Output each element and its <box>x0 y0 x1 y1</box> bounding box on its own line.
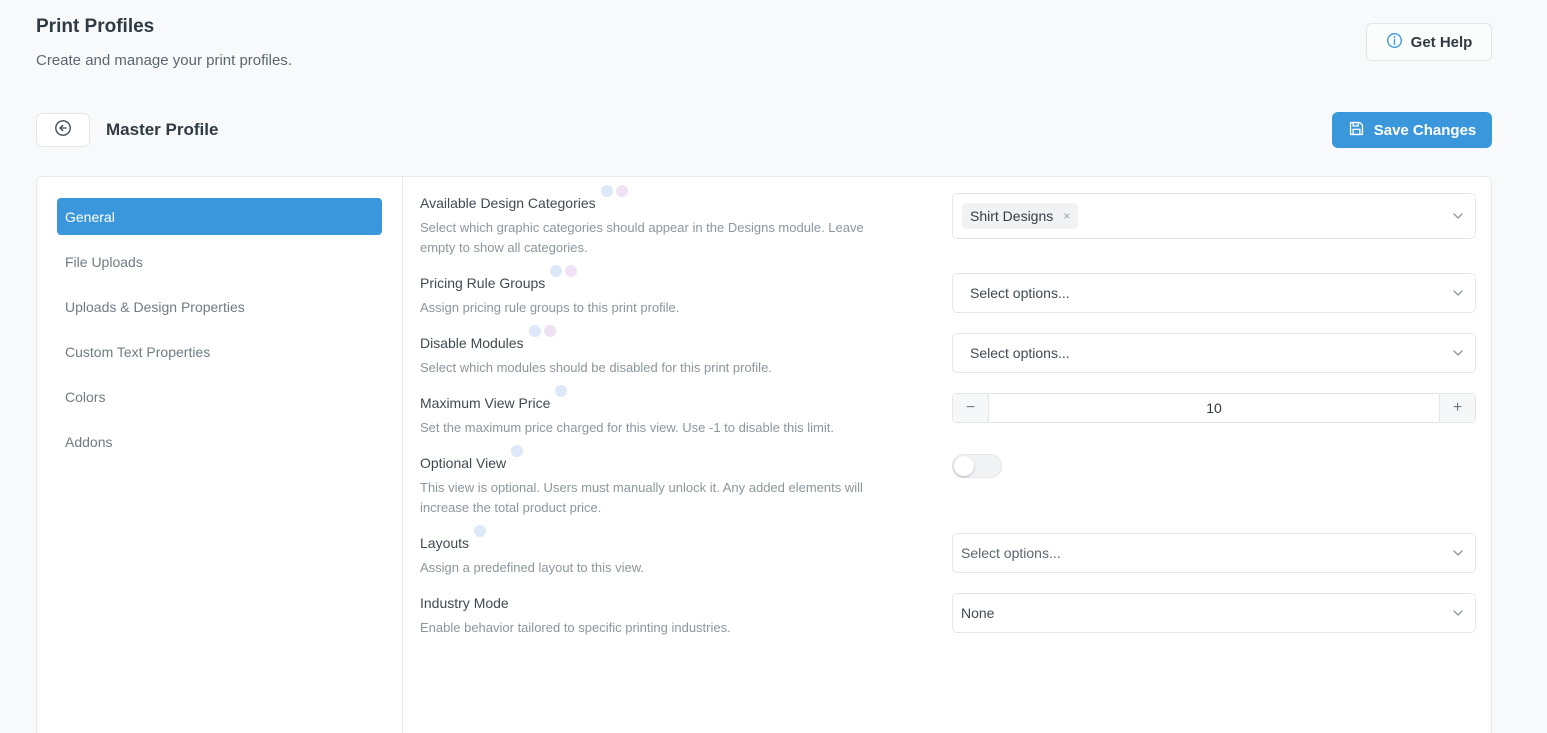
indicator-dots <box>600 185 628 197</box>
layouts-description: Assign a predefined layout to this view. <box>420 560 645 575</box>
max-view-price-stepper: − + <box>952 393 1476 423</box>
chevron-down-icon <box>1453 350 1463 356</box>
settings-sidebar: General File Uploads Uploads & Design Pr… <box>37 177 403 733</box>
pricing-rule-groups-description: Assign pricing rule groups to this print… <box>420 300 680 315</box>
layouts-select[interactable]: Select options... <box>952 533 1476 573</box>
disable-modules-description: Select which modules should be disabled … <box>420 360 772 375</box>
optional-view-label: Optional View <box>420 445 524 471</box>
sidebar-item-colors[interactable]: Colors <box>57 378 382 415</box>
design-categories-description: Select which graphic categories should a… <box>420 220 864 255</box>
sidebar-item-file-uploads[interactable]: File Uploads <box>57 243 382 280</box>
toggle-knob <box>954 456 974 476</box>
remove-tag-icon[interactable]: × <box>1063 209 1070 223</box>
disable-modules-select[interactable]: Select options... <box>952 333 1476 373</box>
sidebar-item-addons[interactable]: Addons <box>57 423 382 460</box>
profile-name: Master Profile <box>106 120 219 139</box>
floppy-disk-icon <box>1348 120 1365 141</box>
pricing-rule-groups-select[interactable]: Select options... <box>952 273 1476 313</box>
indicator-dots <box>528 325 556 337</box>
selected-tag: Shirt Designs × <box>962 203 1079 229</box>
design-categories-select[interactable]: Shirt Designs × <box>952 193 1476 239</box>
page-title: Print Profiles <box>36 16 155 37</box>
back-button[interactable] <box>36 113 90 147</box>
max-view-price-description: Set the maximum price charged for this v… <box>420 420 834 435</box>
chevron-down-icon <box>1453 213 1463 219</box>
industry-mode-description: Enable behavior tailored to specific pri… <box>420 620 731 635</box>
optional-view-description: This view is optional. Users must manual… <box>420 480 863 515</box>
chevron-down-icon <box>1453 550 1463 556</box>
indicator-dots <box>474 525 487 537</box>
save-changes-button[interactable]: Save Changes <box>1332 112 1492 148</box>
industry-mode-label: Industry Mode <box>420 595 509 611</box>
max-view-price-label: Maximum View Price <box>420 385 568 411</box>
optional-view-toggle[interactable] <box>952 454 1002 478</box>
layouts-label: Layouts <box>420 525 487 551</box>
pricing-rule-groups-label: Pricing Rule Groups <box>420 265 578 291</box>
indicator-dots <box>550 265 578 277</box>
sidebar-item-uploads-design-properties[interactable]: Uploads & Design Properties <box>57 288 382 325</box>
save-changes-label: Save Changes <box>1373 121 1477 139</box>
arrow-left-circle-icon <box>54 119 72 142</box>
chevron-down-icon <box>1453 290 1463 296</box>
get-help-label: Get Help <box>1410 33 1473 51</box>
get-help-button[interactable]: Get Help <box>1366 23 1492 61</box>
sidebar-item-custom-text-properties[interactable]: Custom Text Properties <box>57 333 382 370</box>
increment-button[interactable]: + <box>1439 394 1475 422</box>
chevron-down-icon <box>1453 610 1463 616</box>
max-view-price-input[interactable] <box>989 400 1439 416</box>
design-categories-label: Available Design Categories <box>420 185 628 211</box>
sidebar-item-general[interactable]: General <box>57 198 382 235</box>
info-icon <box>1386 32 1403 53</box>
indicator-dots <box>511 445 524 457</box>
decrement-button[interactable]: − <box>953 394 989 422</box>
page-subtitle: Create and manage your print profiles. <box>36 52 292 69</box>
disable-modules-label: Disable Modules <box>420 325 556 351</box>
indicator-dots <box>555 385 568 397</box>
industry-mode-select[interactable]: None <box>952 593 1476 633</box>
settings-card: General File Uploads Uploads & Design Pr… <box>36 176 1492 733</box>
